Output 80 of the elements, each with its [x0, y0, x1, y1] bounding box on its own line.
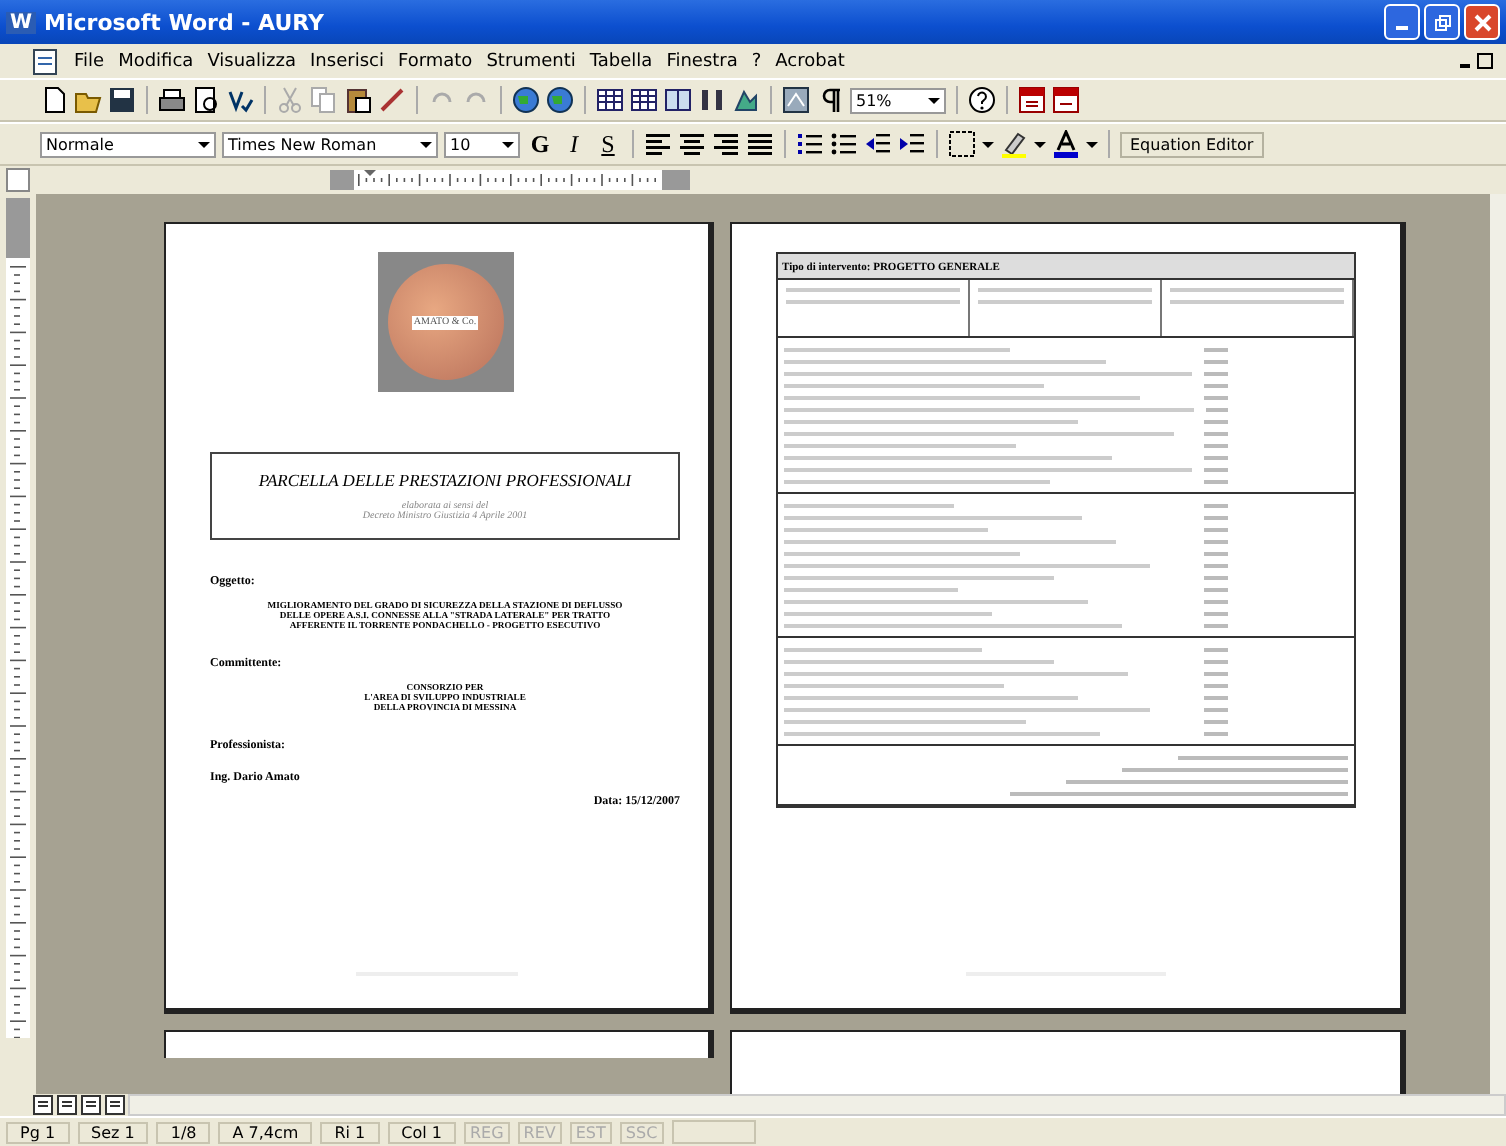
border-icon[interactable]: [948, 130, 976, 158]
save-icon[interactable]: [108, 86, 136, 114]
tab-selector-icon[interactable]: [6, 168, 30, 192]
menu-item[interactable]: Strumenti: [486, 51, 576, 71]
bold-button[interactable]: G: [526, 129, 554, 159]
pdf-icon[interactable]: [1018, 86, 1046, 114]
app-icon: W: [6, 11, 37, 33]
status-field: Pg 1: [6, 1121, 70, 1143]
status-field: A 7,4cm: [218, 1121, 313, 1143]
caret-icon[interactable]: [1034, 141, 1046, 147]
zoom-dropdown[interactable]: 51%: [850, 87, 946, 113]
print-view-icon[interactable]: [80, 1094, 102, 1116]
font-size-dropdown[interactable]: 10: [444, 131, 520, 157]
status-field: Sez 1: [77, 1121, 149, 1143]
close-icon: [1473, 13, 1491, 31]
cols-icon[interactable]: [664, 86, 692, 114]
decrease-indent-icon[interactable]: [864, 130, 892, 158]
equation-editor-button[interactable]: Equation Editor: [1120, 131, 1264, 157]
outline-view-icon[interactable]: [104, 1094, 126, 1116]
document-window-controls-icon[interactable]: [1458, 52, 1494, 70]
bullet-list-icon[interactable]: [830, 130, 858, 158]
caret-icon: [198, 141, 210, 147]
restore-icon: [1433, 13, 1451, 31]
sheet-icon[interactable]: [630, 86, 658, 114]
caret-icon: [928, 97, 940, 103]
web-icon[interactable]: [546, 86, 574, 114]
status-field: Col 1: [387, 1121, 456, 1143]
caret-icon: [420, 141, 432, 147]
help-icon[interactable]: [968, 86, 996, 114]
menu-item[interactable]: Modifica: [118, 51, 194, 71]
align-center-icon[interactable]: [678, 130, 706, 158]
menu-item[interactable]: Finestra: [666, 51, 738, 71]
caret-icon[interactable]: [1086, 141, 1098, 147]
normal-view-icon[interactable]: [32, 1094, 54, 1116]
align-left-icon[interactable]: [644, 130, 672, 158]
globe-icon[interactable]: [512, 86, 540, 114]
menu-item[interactable]: Acrobat: [775, 51, 845, 71]
pdf-icon[interactable]: [1052, 86, 1080, 114]
menu-item[interactable]: Tabella: [589, 51, 653, 71]
table-icon[interactable]: [596, 86, 624, 114]
document-title: PARCELLA DELLE PRESTAZIONI PROFESSIONALI: [256, 470, 634, 490]
menu-item[interactable]: ?: [751, 51, 762, 71]
status-mode-indicator: REG: [463, 1121, 510, 1143]
highlighter-icon[interactable]: [1000, 130, 1028, 158]
style-dropdown[interactable]: Normale: [40, 131, 216, 157]
align-right-icon[interactable]: [712, 130, 740, 158]
vertical-scrollbar[interactable]: [1490, 194, 1506, 1094]
vertical-ruler[interactable]: [6, 198, 30, 1038]
brush-icon[interactable]: [378, 86, 406, 114]
window-title: Microsoft Word - AURY: [44, 9, 326, 35]
menu-item[interactable]: Visualizza: [207, 51, 297, 71]
font-color-icon[interactable]: [1052, 130, 1080, 158]
menu-item[interactable]: Inserisci: [310, 51, 384, 71]
status-mode-indicator: REV: [517, 1121, 562, 1143]
numbered-list-icon[interactable]: [796, 130, 824, 158]
caret-icon[interactable]: [982, 141, 994, 147]
new-icon[interactable]: [40, 86, 68, 114]
minimize-button[interactable]: [1384, 4, 1420, 40]
status-field: 1/8: [156, 1121, 211, 1143]
font-dropdown[interactable]: Times New Roman: [222, 131, 438, 157]
caret-icon: [502, 141, 514, 147]
status-field: Ri 1: [320, 1121, 380, 1143]
increase-indent-icon[interactable]: [898, 130, 926, 158]
spell-icon[interactable]: [226, 86, 254, 114]
italic-button[interactable]: I: [560, 129, 588, 159]
print-icon[interactable]: [158, 86, 186, 114]
preview-icon[interactable]: [192, 86, 220, 114]
paste-icon[interactable]: [344, 86, 372, 114]
underline-button[interactable]: S: [594, 129, 622, 159]
web-view-icon[interactable]: [56, 1094, 78, 1116]
status-mode-indicator: EST: [569, 1121, 612, 1143]
horizontal-scrollbar[interactable]: [128, 1094, 1506, 1116]
status-mode-indicator: SSC: [619, 1121, 664, 1143]
menu-item[interactable]: Formato: [397, 51, 473, 71]
restore-button[interactable]: [1424, 4, 1460, 40]
status-panel: [671, 1120, 756, 1144]
horizontal-ruler[interactable]: [330, 170, 690, 190]
align-justify-icon[interactable]: [746, 130, 774, 158]
menu-item[interactable]: File: [74, 51, 105, 71]
close-button[interactable]: [1464, 4, 1500, 40]
